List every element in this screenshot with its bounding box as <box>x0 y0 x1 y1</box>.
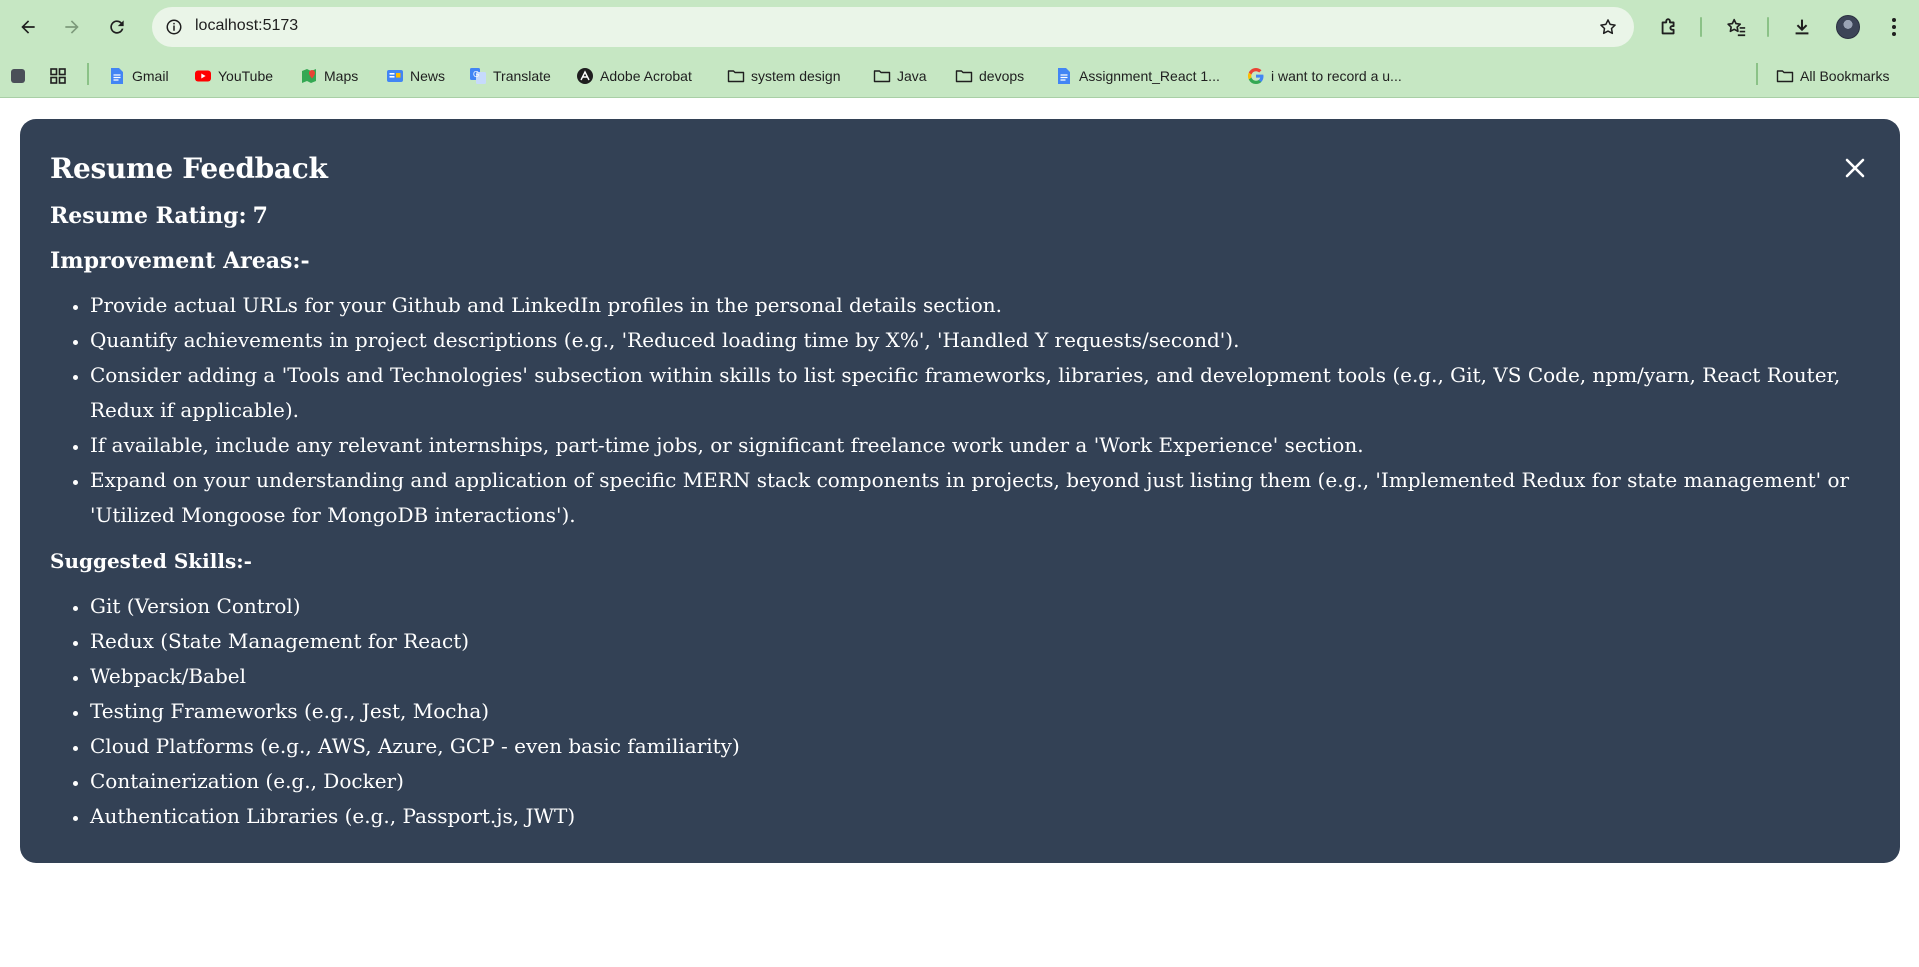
list-item: Redux (State Management for React) <box>90 624 1850 659</box>
docs-icon <box>108 67 126 85</box>
apps-square-icon <box>9 67 27 85</box>
list-item: Cloud Platforms (e.g., AWS, Azure, GCP -… <box>90 729 1850 764</box>
list-item: Git (Version Control) <box>90 589 1850 624</box>
close-button[interactable] <box>1842 155 1868 181</box>
list-item: If available, include any relevant inter… <box>90 428 1850 463</box>
folder-icon <box>955 67 973 85</box>
bookmark-adobe-acrobat[interactable]: Adobe Acrobat <box>576 63 692 89</box>
bookmark-label: Gmail <box>132 68 169 84</box>
bookmark-grid[interactable] <box>49 63 73 89</box>
acrobat-icon <box>576 67 594 85</box>
bookmark-folder-java[interactable]: Java <box>873 63 927 89</box>
folder-icon <box>727 67 745 85</box>
bookmark-news[interactable]: News <box>386 63 445 89</box>
list-item: Consider adding a 'Tools and Technologie… <box>90 358 1850 428</box>
list-item: Expand on your understanding and applica… <box>90 463 1850 533</box>
improvement-areas-list: Provide actual URLs for your Github and … <box>50 288 1850 533</box>
back-button[interactable] <box>12 11 44 43</box>
docs-icon <box>1055 67 1073 85</box>
bookmarks-divider <box>87 63 89 85</box>
bookmark-label: i want to record a u... <box>1271 68 1402 84</box>
bookmark-label: YouTube <box>218 68 274 84</box>
maps-icon <box>300 67 318 85</box>
toolbar-divider <box>1700 17 1702 37</box>
profile-avatar[interactable] <box>1836 15 1860 39</box>
list-item: Authentication Libraries (e.g., Passport… <box>90 799 1850 834</box>
folder-icon <box>1776 67 1794 85</box>
list-item: Provide actual URLs for your Github and … <box>90 288 1850 323</box>
forward-button[interactable] <box>56 11 88 43</box>
all-bookmarks-button[interactable]: All Bookmarks <box>1776 63 1889 89</box>
arrow-right-icon <box>65 20 79 34</box>
list-item: Testing Frameworks (e.g., Jest, Mocha) <box>90 694 1850 729</box>
bookmark-folder-system-design[interactable]: system design <box>727 63 840 89</box>
browser-chrome: localhost:5173 Gmail YouTube Maps News G… <box>0 0 1919 98</box>
reload-icon <box>110 20 124 34</box>
news-icon <box>386 67 404 85</box>
resume-rating: Resume Rating: 7 <box>50 203 268 229</box>
site-info-icon[interactable] <box>162 15 186 39</box>
svg-text:G: G <box>473 70 479 79</box>
resume-feedback-card: Resume Feedback Resume Rating: 7 Improvem… <box>20 119 1900 863</box>
rating-value: 7 <box>252 203 268 229</box>
bookmark-label: Java <box>897 68 927 84</box>
bookmark-label: Translate <box>493 68 551 84</box>
bookmark-assignment-react[interactable]: Assignment_React 1... <box>1055 63 1220 89</box>
reload-button[interactable] <box>101 11 133 43</box>
bookmarks-bar: Gmail YouTube Maps News G Translate Adob… <box>0 54 1919 98</box>
google-icon <box>1247 67 1265 85</box>
translate-icon: G <box>469 67 487 85</box>
bookmark-label: system design <box>751 68 841 84</box>
bookmark-gmail[interactable]: Gmail <box>108 63 169 89</box>
kebab-menu-icon[interactable] <box>1878 11 1910 43</box>
list-item: Quantify achievements in project descrip… <box>90 323 1850 358</box>
youtube-icon <box>194 67 212 85</box>
bookmark-label: Adobe Acrobat <box>600 68 692 84</box>
arrow-left-icon <box>21 20 35 34</box>
bookmark-label: Assignment_React 1... <box>1079 68 1220 84</box>
suggested-skills-title: Suggested Skills:- <box>50 549 252 573</box>
bookmark-label: devops <box>979 68 1025 84</box>
bookmark-folder-devops[interactable]: devops <box>955 63 1024 89</box>
address-bar[interactable]: localhost:5173 <box>152 7 1634 47</box>
close-icon <box>1845 158 1865 178</box>
bookmark-label: Maps <box>324 68 359 84</box>
list-item: Containerization (e.g., Docker) <box>90 764 1850 799</box>
bookmark-youtube[interactable]: YouTube <box>194 63 273 89</box>
improvement-areas-title: Improvement Areas:- <box>50 248 310 274</box>
bookmark-maps[interactable]: Maps <box>300 63 358 89</box>
bookmark-label: News <box>410 68 446 84</box>
folder-icon <box>873 67 891 85</box>
all-bookmarks-label: All Bookmarks <box>1800 68 1890 84</box>
download-icon[interactable] <box>1786 11 1818 43</box>
bookmarks-divider <box>1756 63 1758 85</box>
rating-label: Resume Rating: <box>50 203 247 229</box>
bookmarks-manager-icon[interactable] <box>1720 11 1752 43</box>
browser-toolbar: localhost:5173 <box>0 0 1919 54</box>
grid-icon <box>49 67 67 85</box>
extensions-icon[interactable] <box>1653 11 1685 43</box>
list-item: Webpack/Babel <box>90 659 1850 694</box>
bookmark-star-icon[interactable] <box>1596 15 1620 39</box>
suggested-skills-list: Git (Version Control) Redux (State Manag… <box>50 589 1850 834</box>
card-title: Resume Feedback <box>50 152 328 185</box>
toolbar-divider <box>1767 17 1769 37</box>
bookmark-apps[interactable] <box>9 63 33 89</box>
url-text[interactable]: localhost:5173 <box>195 17 298 35</box>
bookmark-translate[interactable]: G Translate <box>469 63 551 89</box>
bookmark-google-search[interactable]: i want to record a u... <box>1247 63 1402 89</box>
